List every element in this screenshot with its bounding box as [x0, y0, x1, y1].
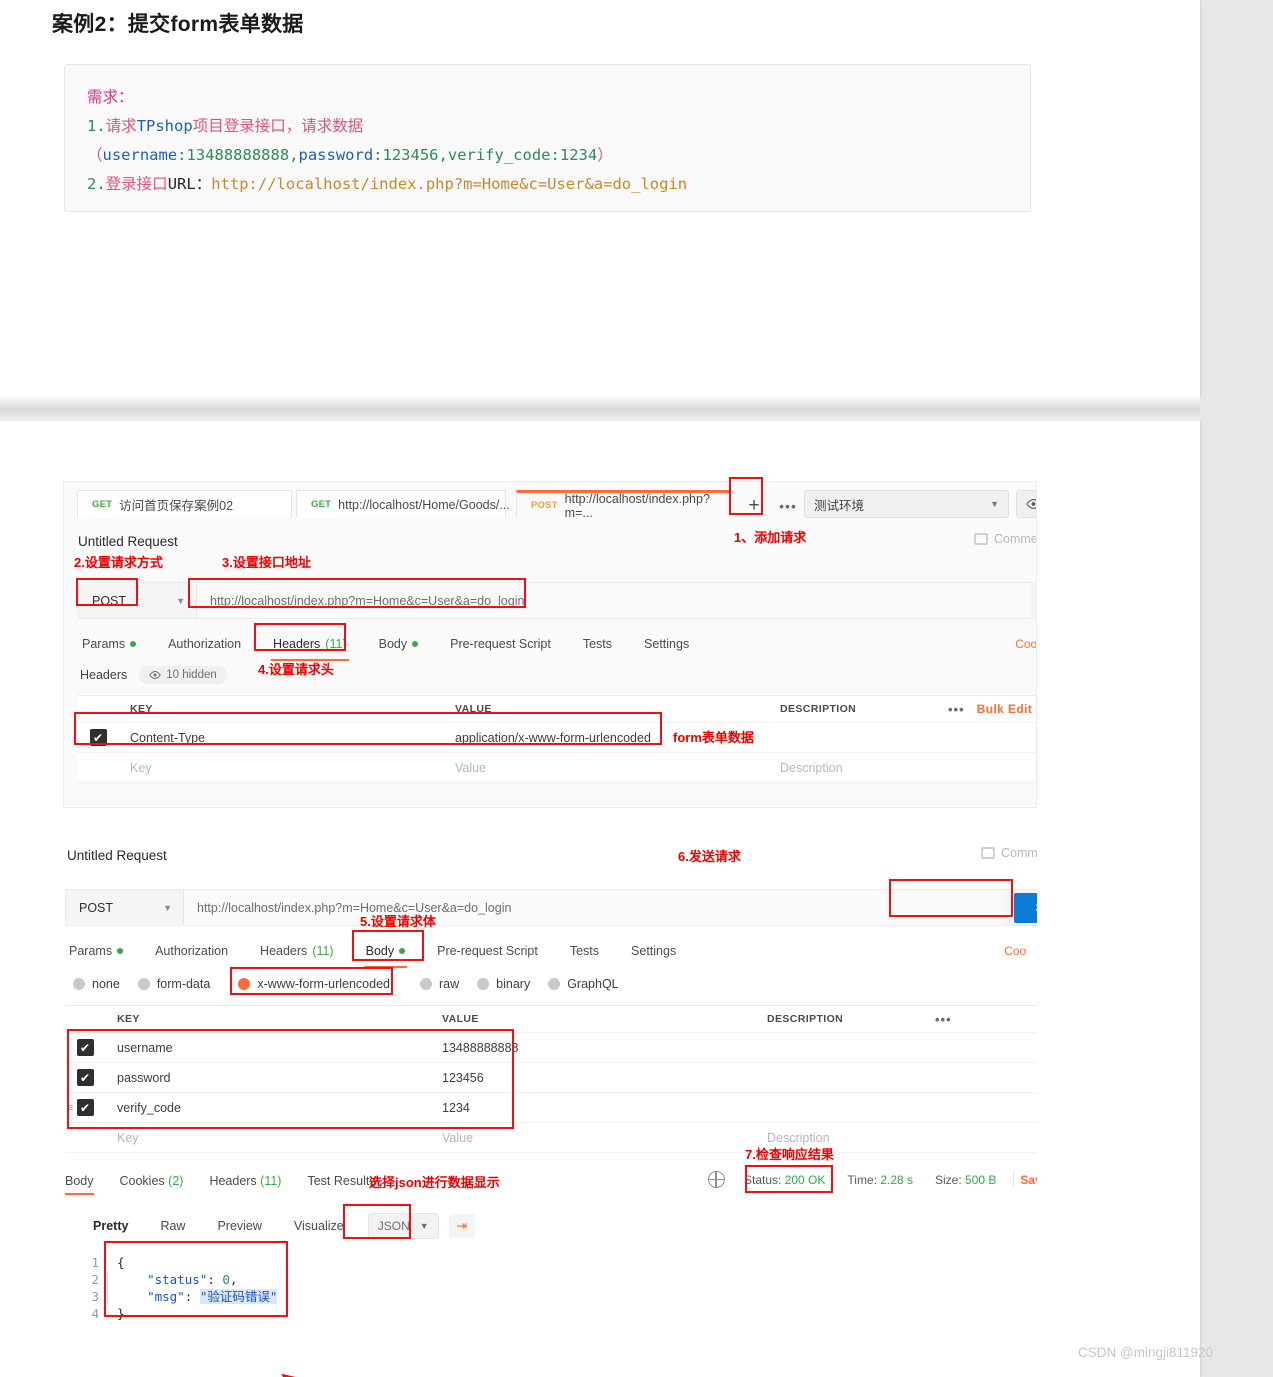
req-line-3: 2.登录接口URL：http://localhost/index.php?m=H…: [87, 175, 688, 193]
document-card-top: 案例2：提交form表单数据 需求： 1.请求TPshop项目登录接口，请求数据…: [0, 0, 1200, 396]
postman-screenshot: GET 访问首页保存案例02 GET http://localhost/Home…: [0, 421, 1200, 1377]
requirement-code-block: 需求： 1.请求TPshop项目登录接口，请求数据 （username:1348…: [64, 64, 1031, 212]
req-label: 需求：: [87, 88, 134, 106]
annotation-9: 选择json进行数据显示: [369, 1175, 500, 1190]
annotation-8: 7.检查响应结果: [745, 1147, 834, 1162]
csdn-watermark: CSDN @mingji811920: [1078, 1345, 1214, 1360]
annotation-arrows: [281, 1373, 321, 1377]
req-line-label: 需求：: [87, 83, 1030, 112]
req-line-1: 1.请求TPshop项目登录接口，请求数据: [87, 117, 364, 135]
annotation-7: 6.发送请求: [678, 849, 741, 864]
req-line-2: （username:13488888888,password:123456,ve…: [87, 146, 613, 164]
annotation-3: 3.设置接口地址: [222, 555, 311, 570]
annotation-6: 5.设置请求体: [360, 914, 436, 929]
annotation-5: form表单数据: [673, 730, 754, 745]
page-divider: [0, 396, 1200, 421]
page-title: 案例2：提交form表单数据: [52, 13, 304, 36]
annotation-2: 2.设置请求方式: [74, 555, 163, 570]
annotation-1: 1、添加请求: [734, 530, 807, 545]
annotation-4: 4.设置请求头: [258, 662, 334, 677]
